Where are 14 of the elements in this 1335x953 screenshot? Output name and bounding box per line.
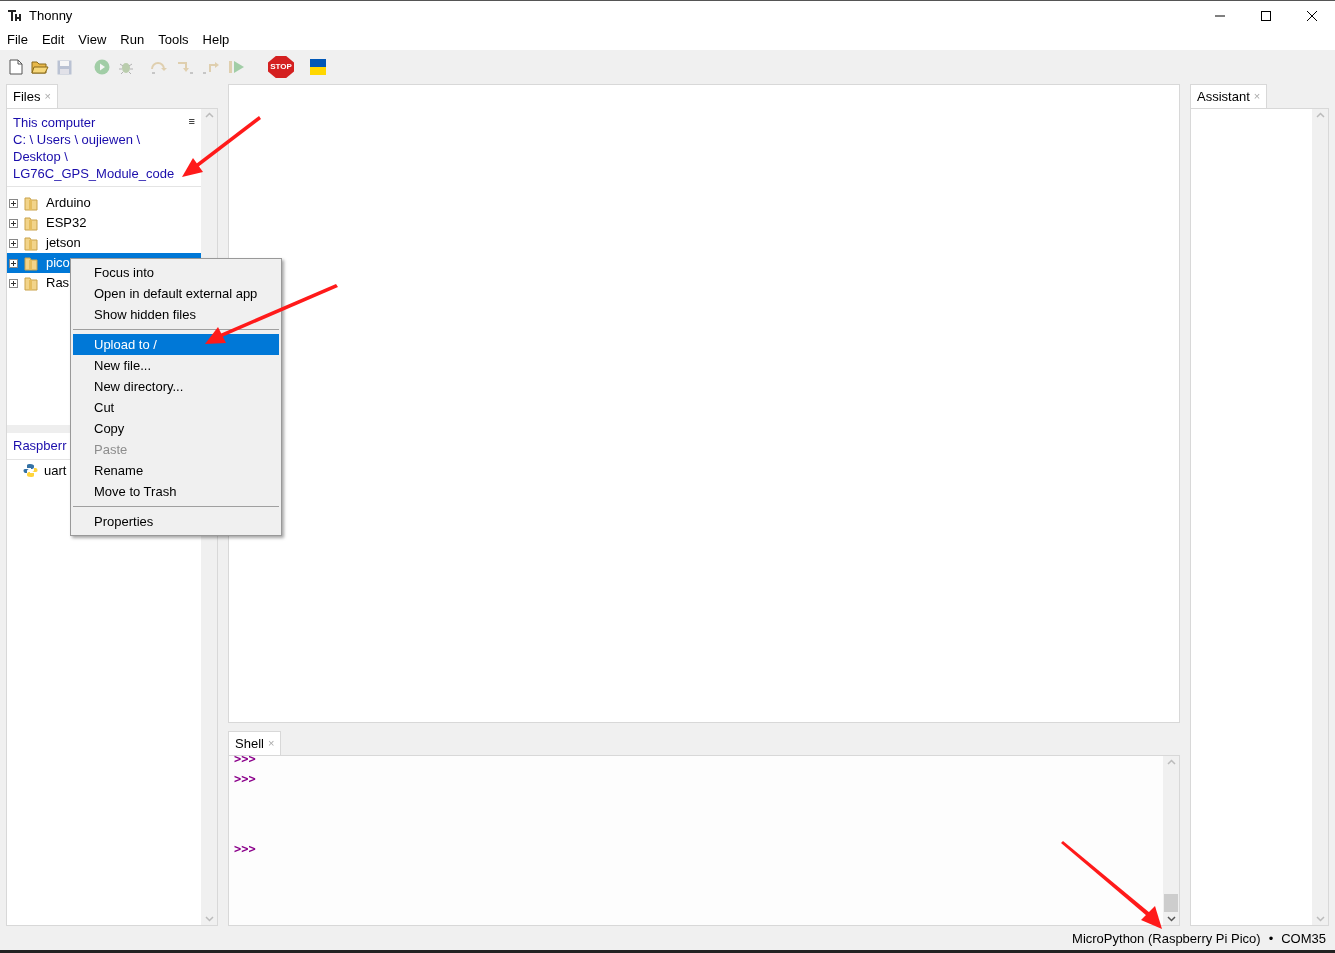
window-title: Thonny xyxy=(29,6,73,25)
tab-label: Files xyxy=(13,87,41,106)
shell-prompt: >>> xyxy=(234,842,256,856)
folder-name: Arduino xyxy=(46,194,91,213)
tab-label: Shell xyxy=(235,734,264,753)
folder-name: Ras xyxy=(46,274,70,293)
folder-name: jetson xyxy=(46,234,81,253)
file-name: uart xyxy=(44,461,67,480)
tab-label: Assistant xyxy=(1197,87,1250,106)
shell-prompt: >>> xyxy=(234,771,256,786)
shell-prompt: >>> xyxy=(234,752,256,766)
folder-name: ESP32 xyxy=(46,214,87,233)
folder-name: pico xyxy=(46,254,70,273)
status-separator: • xyxy=(1268,930,1274,949)
